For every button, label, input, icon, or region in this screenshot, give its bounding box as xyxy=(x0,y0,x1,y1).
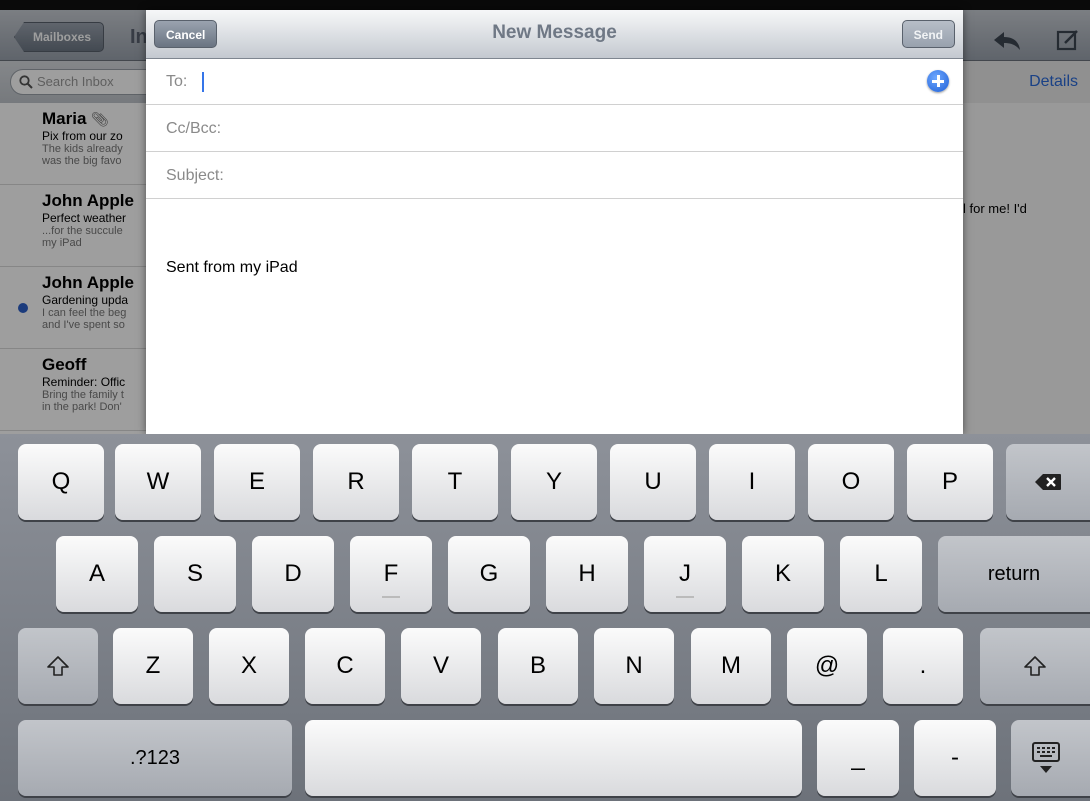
key-w[interactable]: W xyxy=(115,444,201,520)
home-row-marker xyxy=(382,596,400,598)
return-key[interactable]: return xyxy=(938,536,1090,612)
key-m[interactable]: M xyxy=(691,628,771,704)
key-p[interactable]: P xyxy=(907,444,993,520)
key-a[interactable]: A xyxy=(56,536,138,612)
ccbcc-label: Cc/Bcc: xyxy=(166,120,222,137)
add-contact-icon[interactable] xyxy=(927,70,949,92)
key-b[interactable]: B xyxy=(498,628,578,704)
key-n[interactable]: N xyxy=(594,628,674,704)
key-x[interactable]: X xyxy=(209,628,289,704)
subject-field[interactable]: Subject: xyxy=(146,152,963,199)
backspace-icon xyxy=(1035,474,1061,490)
shift-icon xyxy=(1024,656,1046,676)
key-s[interactable]: S xyxy=(154,536,236,612)
key-underscore[interactable]: _ xyxy=(817,720,899,796)
send-button[interactable]: Send xyxy=(901,20,955,48)
key-r[interactable]: R xyxy=(313,444,399,520)
delete-key[interactable] xyxy=(1006,444,1090,520)
key-t[interactable]: T xyxy=(412,444,498,520)
key-d[interactable]: D xyxy=(252,536,334,612)
shift-icon xyxy=(47,656,69,676)
keyboard-hide-icon xyxy=(1031,742,1060,773)
shift-key-left[interactable] xyxy=(18,628,98,704)
key-l[interactable]: L xyxy=(840,536,922,612)
key-h[interactable]: H xyxy=(546,536,628,612)
key-v[interactable]: V xyxy=(401,628,481,704)
key-e[interactable]: E xyxy=(214,444,300,520)
key-dash[interactable]: - xyxy=(914,720,996,796)
message-body[interactable]: Sent from my iPad xyxy=(166,259,298,277)
key-q[interactable]: Q xyxy=(18,444,104,520)
key-f[interactable]: F xyxy=(350,536,432,612)
key-at[interactable]: @ xyxy=(787,628,867,704)
key-k[interactable]: K xyxy=(742,536,824,612)
key-o[interactable]: O xyxy=(808,444,894,520)
subject-label: Subject: xyxy=(166,167,224,184)
hide-keyboard-key[interactable] xyxy=(1011,720,1090,796)
key-g[interactable]: G xyxy=(448,536,530,612)
ccbcc-field[interactable]: Cc/Bcc: xyxy=(146,105,963,152)
text-cursor xyxy=(202,72,204,92)
space-bar[interactable] xyxy=(305,720,802,796)
shift-key-right[interactable] xyxy=(980,628,1090,704)
key-z[interactable]: Z xyxy=(113,628,193,704)
compose-title: New Message xyxy=(492,22,617,43)
numbers-key[interactable]: .?123 xyxy=(18,720,292,796)
compose-sheet: Cancel New Message Send To: Cc/Bcc: Subj… xyxy=(146,10,963,434)
home-row-marker xyxy=(676,596,694,598)
to-field[interactable]: To: xyxy=(146,58,963,105)
compose-nav-bar: Cancel New Message Send xyxy=(146,10,963,59)
key-period[interactable]: . xyxy=(883,628,963,704)
key-u[interactable]: U xyxy=(610,444,696,520)
key-y[interactable]: Y xyxy=(511,444,597,520)
key-c[interactable]: C xyxy=(305,628,385,704)
to-label: To: xyxy=(166,73,188,90)
key-j[interactable]: J xyxy=(644,536,726,612)
key-i[interactable]: I xyxy=(709,444,795,520)
onscreen-keyboard: Q W E R T Y U I O P A S D F G H J K L re… xyxy=(0,434,1090,801)
